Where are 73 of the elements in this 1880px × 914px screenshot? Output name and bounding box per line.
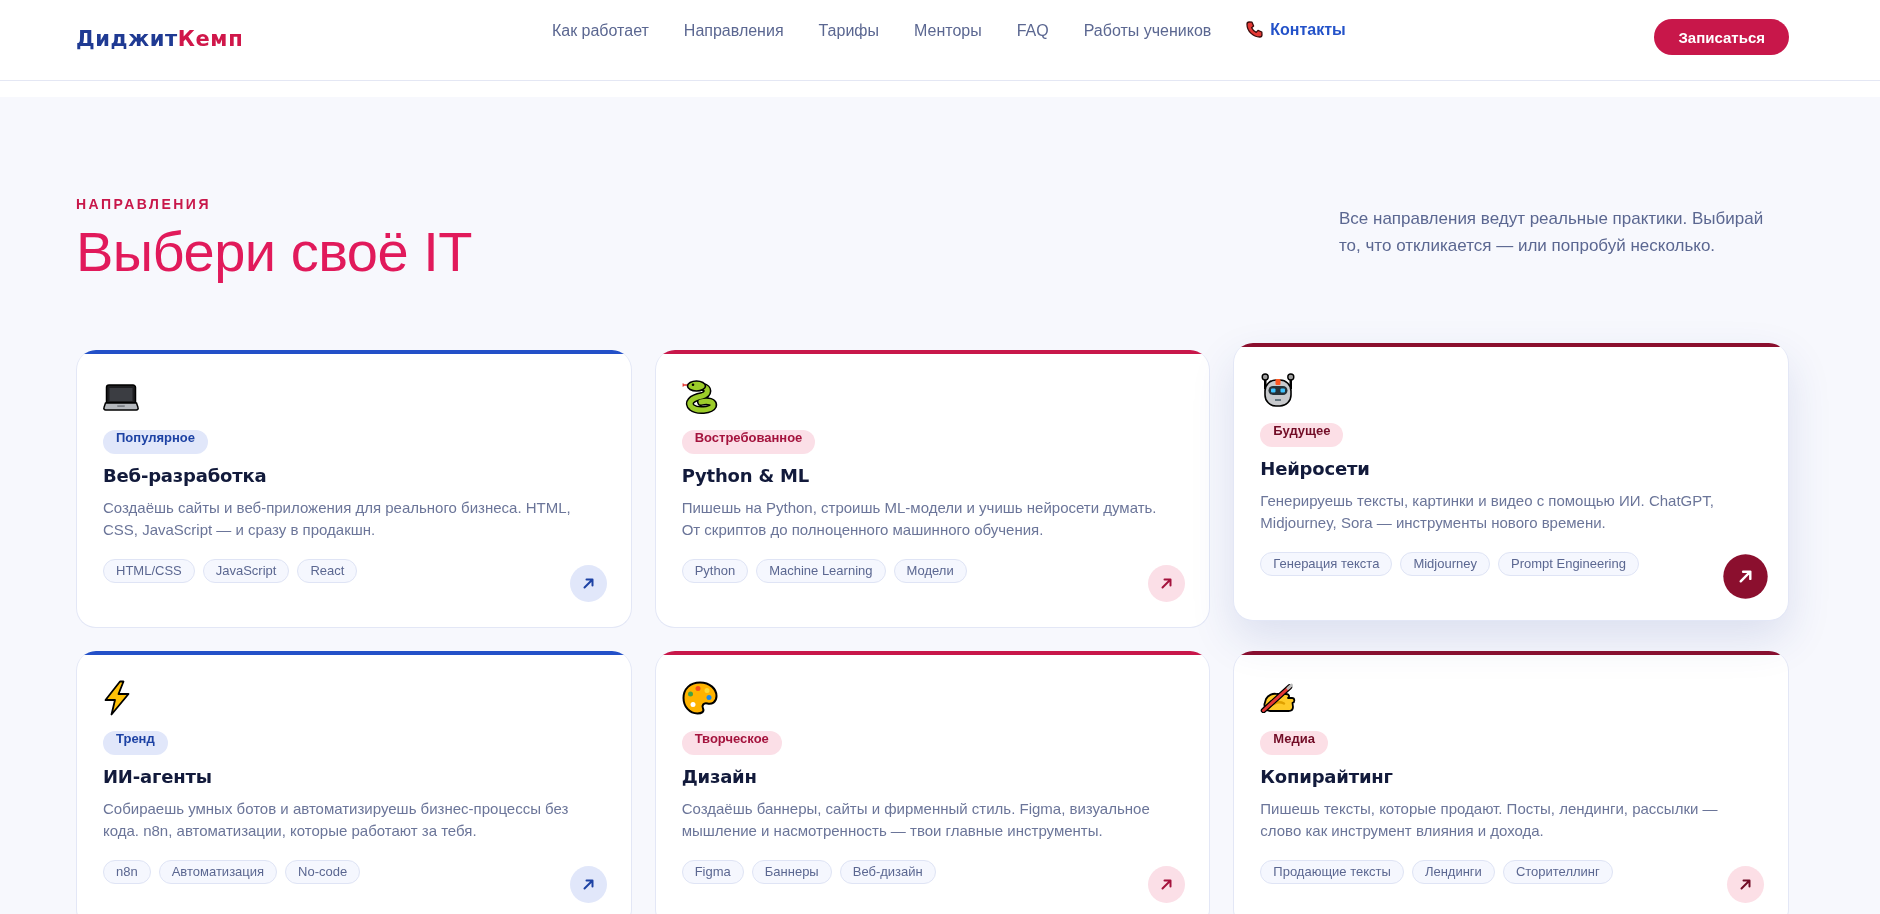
direction-card[interactable]: Медиа Копирайтинг Пишешь тексты, которые продают. Посты, лендинги, рассылки — слово как инструмент влияния и дохода. Продающие тексты Лендинги Сторителлинг <box>1233 651 1789 914</box>
category-badge: Будущее <box>1260 423 1344 447</box>
card-title: ИИ-агенты <box>103 766 212 788</box>
card-description: Собираешь умных ботов и автоматизируешь бизнес-процессы без кода. n8n, автоматизации, которые работают за тебя. <box>103 799 570 841</box>
tag-chip: JavaScript <box>202 559 290 583</box>
tag-chip: Баннеры <box>751 860 832 884</box>
nav-link[interactable]: Тарифы <box>818 22 879 40</box>
tag-chip: Модели <box>893 559 967 583</box>
category-badge: Медиа <box>1260 731 1328 755</box>
card-title: Дизайн <box>681 766 757 788</box>
tag-chip: Лендинги <box>1411 860 1495 884</box>
tag-chip: Генерация текста <box>1260 552 1393 576</box>
tag-chip: Figma <box>681 860 744 884</box>
tag-chip: Python <box>681 559 749 583</box>
card-description: Пишешь на Python, строишь ML-модели и учишь нейросети думать. От скриптов до полноценного машинного обучения. <box>681 498 1158 540</box>
section-heading: Выбери своё IT <box>76 221 472 283</box>
card-arrow-button[interactable] <box>569 565 607 602</box>
card-arrow-button[interactable] <box>1723 554 1768 599</box>
phone-icon <box>1246 21 1264 38</box>
category-badge: Тренд <box>103 731 168 755</box>
tag-chip: Machine Learning <box>756 559 886 583</box>
card-title: Нейросети <box>1260 458 1370 480</box>
direction-card[interactable]: Тренд ИИ-агенты Собираешь умных ботов и автоматизируешь бизнес-процессы без кода. n8n, автоматизации, которые работают за тебя. n8n Автоматизация No-code <box>76 651 632 914</box>
card-description: Пишешь тексты, которые продают. Посты, лендинги, рассылки — слово как инструмент влияния и дохода. <box>1260 799 1719 841</box>
direction-card[interactable]: Творческое Дизайн Создаёшь баннеры, сайты и фирменный стиль. Figma, визуальное мышление и насмотренность — твои главные инструменты. Figma Баннеры Веб-дизайн <box>654 651 1211 914</box>
arrow-icon <box>582 578 594 589</box>
signup-button[interactable]: Записаться <box>1654 19 1789 55</box>
robot-icon <box>1260 372 1297 408</box>
logo[interactable]: ДиджитКемп <box>76 26 244 51</box>
writing-hand-icon <box>1260 683 1297 713</box>
category-badge: Творческое <box>681 731 782 755</box>
section-label: НАПРАВЛЕНИЯ <box>76 196 212 213</box>
card-description: Создаёшь сайты и веб-приложения для реального бизнеса. HTML, CSS, JavaScript — и сразу в продакшн. <box>103 498 572 540</box>
tag-chip: n8n <box>103 860 151 884</box>
tag-chip: Продающие тексты <box>1260 860 1404 884</box>
section-intro: Все направления ведут реальные практики. Выбирай то, что откликается — или попробуй несколько. <box>1339 208 1765 257</box>
card-title: Копирайтинг <box>1260 766 1393 788</box>
tag-chip: Prompt Engineering <box>1497 552 1639 576</box>
direction-card[interactable]: Популярное Веб-разработка Создаёшь сайты и веб-приложения для реального бизнеса. HTML, CSS, JavaScript — и сразу в продакшн. HTML/CSS JavaScript React <box>76 350 632 628</box>
nav-link[interactable]: Работы учеников <box>1083 22 1212 40</box>
palette-icon <box>681 681 718 715</box>
arrow-icon <box>582 879 594 890</box>
nav-link[interactable]: Менторы <box>914 22 982 40</box>
tag-chip: Веб-дизайн <box>839 860 936 884</box>
card-title: Веб-разработка <box>103 465 267 487</box>
arrow-icon <box>1738 569 1753 584</box>
card-description: Создаёшь баннеры, сайты и фирменный стиль. Figma, визуальное мышление и насмотренность — твои главные инструменты. <box>681 799 1151 841</box>
snake-icon <box>681 379 718 415</box>
tag-chip: HTML/CSS <box>103 559 195 583</box>
nav-link[interactable]: Контакты <box>1246 20 1346 39</box>
arrow-icon <box>1161 879 1173 890</box>
nav-link[interactable]: Направления <box>683 22 784 40</box>
card-arrow-button[interactable] <box>569 866 607 903</box>
card-title: Python & ML <box>681 465 809 487</box>
nav-link[interactable]: Как работает <box>551 22 649 40</box>
arrow-icon <box>1740 879 1751 890</box>
nav-link[interactable]: FAQ <box>1016 22 1049 40</box>
category-badge: Популярное <box>103 430 208 454</box>
card-arrow-button[interactable] <box>1148 866 1186 903</box>
arrow-icon <box>1161 578 1173 589</box>
card-arrow-button[interactable] <box>1148 565 1186 602</box>
direction-card[interactable]: Будущее Нейросети Генерируешь тексты, картинки и видео с помощью ИИ. ChatGPT, Midjourney, Sora — инструменты нового времени. Генерация текста Midjourney Prompt Engineering <box>1233 343 1789 621</box>
lightning-icon <box>103 680 131 716</box>
card-description: Генерируешь тексты, картинки и видео с помощью ИИ. ChatGPT, Midjourney, Sora — инструменты нового времени. <box>1260 491 1715 533</box>
tag-chip: Автоматизация <box>158 860 278 884</box>
tag-chip: Midjourney <box>1400 552 1490 576</box>
category-badge: Востребованное <box>681 430 816 454</box>
laptop-icon <box>103 383 139 411</box>
tag-chip: Сторителлинг <box>1502 860 1613 884</box>
tag-chip: No-code <box>285 860 361 884</box>
direction-card[interactable]: Востребованное Python & ML Пишешь на Python, строишь ML-модели и учишь нейросети думать. От скриптов до полноценного машинного обучения. Python Machine Learning Модели <box>654 350 1211 628</box>
tag-chip: React <box>297 559 358 583</box>
card-arrow-button[interactable] <box>1727 866 1764 903</box>
